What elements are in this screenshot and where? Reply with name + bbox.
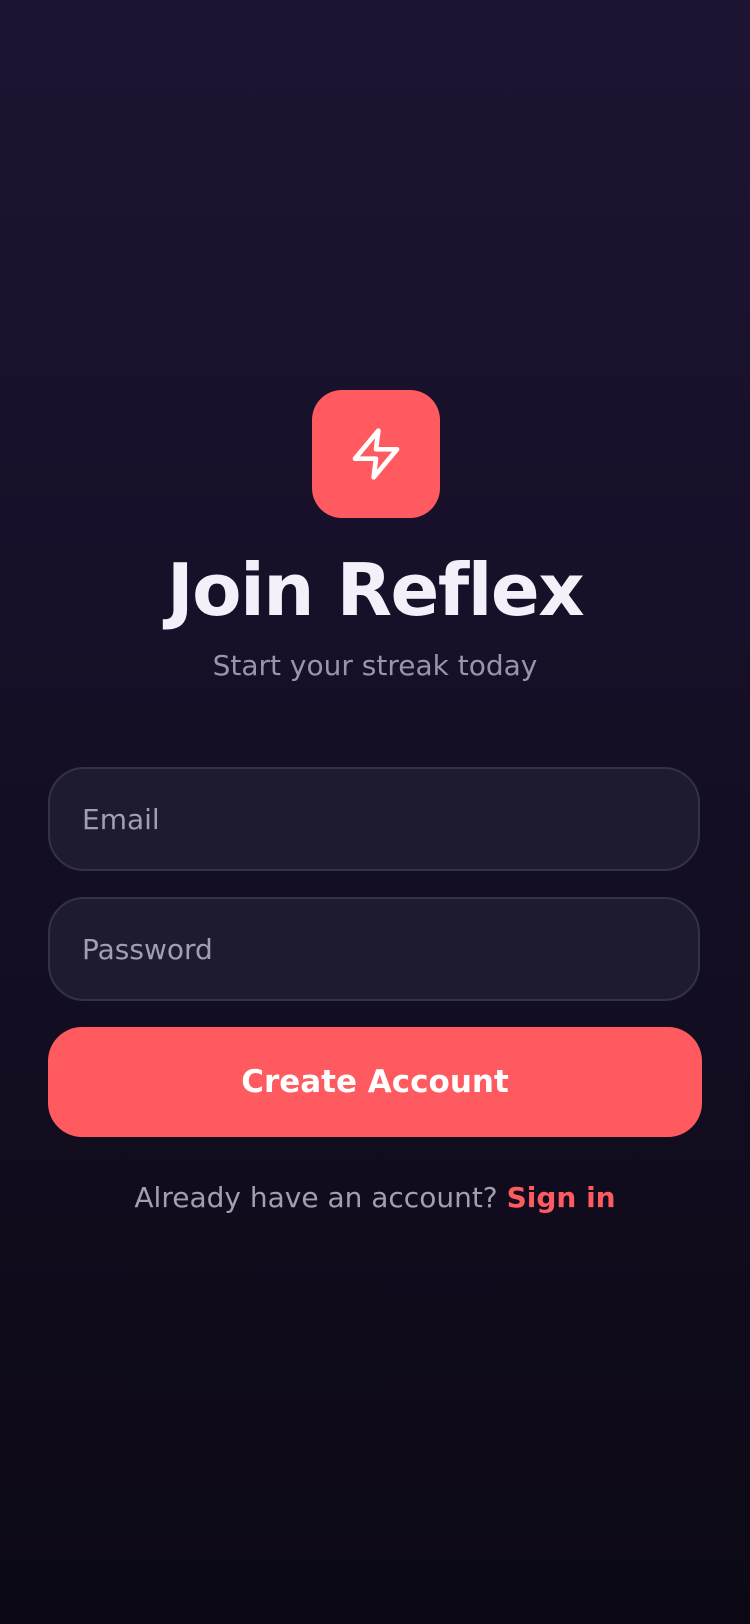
signin-prompt: Already have an account? Sign in — [0, 1178, 750, 1218]
email-field[interactable] — [48, 767, 700, 871]
signup-screen: Join Reflex Start your streak today Crea… — [0, 0, 750, 1624]
sign-in-link[interactable]: Sign in — [507, 1181, 616, 1214]
lightning-bolt-icon — [352, 428, 400, 480]
app-logo — [312, 390, 440, 518]
password-field[interactable] — [48, 897, 700, 1001]
signin-prompt-text: Already have an account? — [134, 1181, 498, 1214]
page-subtitle: Start your streak today — [212, 649, 538, 682]
page-title: Join Reflex — [166, 548, 585, 632]
create-account-button[interactable]: Create Account — [48, 1027, 702, 1137]
